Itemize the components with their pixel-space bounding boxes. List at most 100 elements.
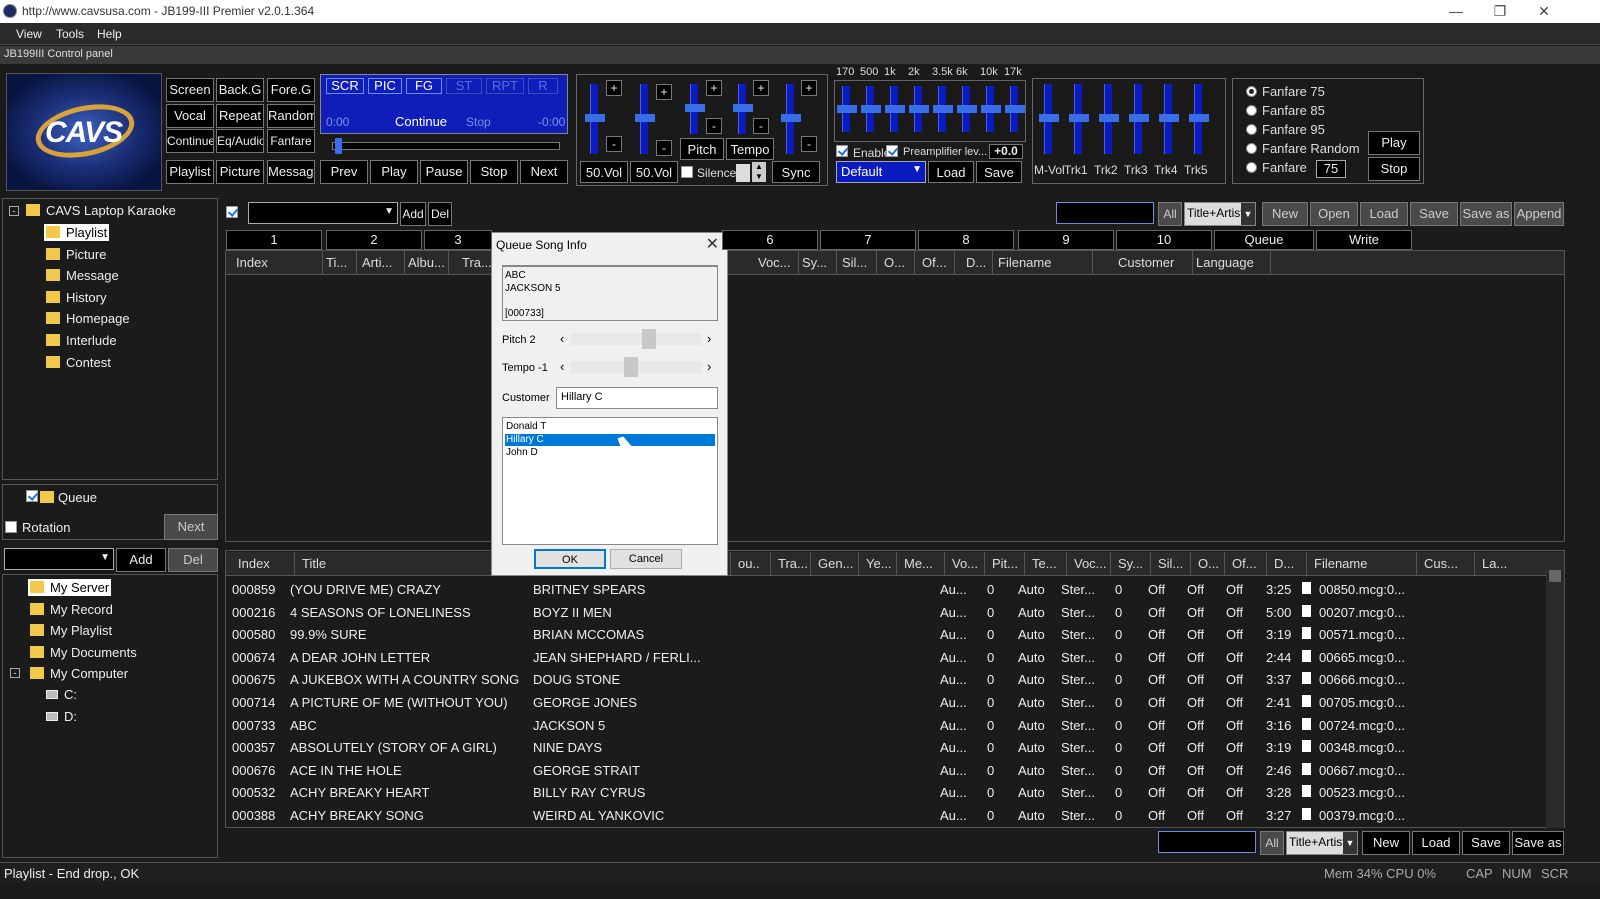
tempo-thumb[interactable] bbox=[624, 357, 638, 377]
pause-button[interactable]: Pause bbox=[420, 160, 468, 184]
top-append-button[interactable]: Append bbox=[1514, 202, 1564, 226]
fanfare-play-button[interactable]: Play bbox=[1368, 131, 1420, 155]
column-header[interactable]: Sil... bbox=[842, 255, 872, 270]
fanfare-radio[interactable] bbox=[1246, 86, 1257, 97]
toggle-scr[interactable]: SCR bbox=[326, 78, 364, 94]
mode-button-foreg[interactable]: Fore.G bbox=[267, 78, 315, 102]
tab-3[interactable]: 3 bbox=[424, 230, 492, 250]
sync-slider[interactable] bbox=[781, 84, 801, 154]
eq-slider[interactable] bbox=[837, 86, 857, 132]
eq-slider[interactable] bbox=[909, 86, 929, 132]
toggle-pic[interactable]: PIC bbox=[368, 78, 402, 94]
song-row[interactable]: 000676 ACE IN THE HOLE GEORGE STRAIT Au... 0… bbox=[225, 760, 1545, 782]
track-slider[interactable] bbox=[1099, 84, 1119, 154]
column-header[interactable]: Title bbox=[302, 556, 442, 571]
play-button[interactable]: Play bbox=[370, 160, 418, 184]
top-save-button[interactable]: Save bbox=[1410, 202, 1458, 226]
column-header[interactable]: Language bbox=[1196, 255, 1266, 270]
source-item-my-server[interactable]: My Server bbox=[28, 579, 112, 596]
eq-load-button[interactable]: Load bbox=[928, 161, 974, 183]
song-row[interactable]: 000580 99.9% SURE BRIAN MCCOMAS Au... 0 Auto S… bbox=[225, 624, 1545, 646]
eq-enable-checkbox[interactable] bbox=[836, 145, 848, 157]
column-header[interactable]: Te... bbox=[1032, 556, 1058, 571]
top-load-button[interactable]: Load bbox=[1360, 202, 1408, 226]
mode-button-vocal[interactable]: Vocal bbox=[166, 104, 214, 128]
top-add-button[interactable]: Add bbox=[400, 202, 426, 226]
column-header[interactable]: Voc... bbox=[1074, 556, 1106, 571]
column-header[interactable]: Index bbox=[238, 556, 298, 571]
pitch-button[interactable]: Pitch bbox=[680, 138, 724, 160]
bottom-saveas-button[interactable]: Save as bbox=[1512, 831, 1564, 855]
vol-label-2[interactable]: 50.Vol bbox=[630, 161, 678, 183]
column-header[interactable]: Arti... bbox=[362, 255, 400, 270]
tempo-plus-button[interactable]: + bbox=[753, 80, 769, 96]
column-header[interactable]: Index bbox=[236, 255, 318, 270]
top-search-mode[interactable]: Title+Artist ▼ bbox=[1184, 202, 1256, 226]
column-header[interactable]: D... bbox=[966, 255, 988, 270]
eq-slider[interactable] bbox=[981, 86, 1001, 132]
close-window-button[interactable]: ✕ bbox=[1522, 1, 1566, 21]
minimize-button[interactable]: — bbox=[1434, 1, 1478, 21]
track-slider-thumb[interactable] bbox=[1189, 114, 1209, 122]
song-row[interactable]: 000714 A PICTURE OF ME (WITHOUT YOU) GEORG… bbox=[225, 692, 1545, 714]
tab-7[interactable]: 7 bbox=[820, 230, 916, 250]
collapse-icon[interactable]: - bbox=[9, 206, 19, 216]
preamp-checkbox[interactable] bbox=[886, 145, 898, 157]
source-add-button[interactable]: Add bbox=[116, 548, 166, 572]
bottom-new-button[interactable]: New bbox=[1362, 831, 1410, 855]
eq-save-button[interactable]: Save bbox=[976, 161, 1022, 183]
top-checkbox[interactable] bbox=[226, 206, 238, 218]
column-header[interactable]: Filename bbox=[998, 255, 1088, 270]
fanfare-radio[interactable] bbox=[1246, 162, 1257, 173]
mode-button-screen[interactable]: Screen bbox=[166, 78, 214, 102]
top-del-button[interactable]: Del bbox=[428, 202, 452, 226]
column-header[interactable]: Albu... bbox=[408, 255, 444, 270]
source-del-button[interactable]: Del bbox=[168, 548, 218, 572]
mode-button-backg[interactable]: Back.G bbox=[216, 78, 264, 102]
tab-8[interactable]: 8 bbox=[918, 230, 1014, 250]
tree-item-playlist[interactable]: Playlist bbox=[44, 224, 110, 241]
column-header[interactable]: O... bbox=[884, 255, 910, 270]
source-item-my-playlist[interactable]: My Playlist bbox=[28, 622, 114, 639]
column-header[interactable]: Me... bbox=[904, 556, 936, 571]
source-select[interactable]: ▼ bbox=[4, 548, 114, 570]
eq-slider-thumb[interactable] bbox=[885, 105, 905, 113]
mode-button-eqaudio[interactable]: Eq/Audio bbox=[216, 129, 264, 153]
toggle-r[interactable]: R bbox=[528, 78, 558, 94]
song-row[interactable]: 000388 ACHY BREAKY SONG WEIRD AL YANKOVIC A… bbox=[225, 805, 1545, 827]
mode-button-message[interactable]: Message bbox=[267, 160, 315, 184]
top-search-input[interactable] bbox=[1056, 202, 1154, 224]
tab-6[interactable]: 6 bbox=[722, 230, 818, 250]
tab-write[interactable]: Write bbox=[1316, 230, 1412, 250]
fanfare-radio[interactable] bbox=[1246, 124, 1257, 135]
track-slider[interactable] bbox=[1189, 84, 1209, 154]
eq-slider-thumb[interactable] bbox=[861, 105, 881, 113]
drive-item[interactable]: D: bbox=[64, 709, 77, 724]
mode-button-continue[interactable]: Continue bbox=[166, 129, 214, 153]
column-header[interactable]: Cus... bbox=[1424, 556, 1458, 571]
ok-button[interactable]: OK bbox=[534, 549, 606, 569]
prev-button[interactable]: Prev bbox=[320, 160, 368, 184]
fanfare-value-input[interactable]: 75 bbox=[1316, 160, 1346, 178]
toggle-st[interactable]: ST bbox=[446, 78, 482, 94]
rotation-checkbox[interactable] bbox=[5, 521, 17, 533]
song-row[interactable]: 000532 ACHY BREAKY HEART BILLY RAY CYRUS Au… bbox=[225, 782, 1545, 804]
song-row[interactable]: 000733 ABC JACKSON 5 Au... 0 Auto Ster... 0 Off O… bbox=[225, 715, 1545, 737]
song-row[interactable]: 000674 A DEAR JOHN LETTER JEAN SHEPHARD / … bbox=[225, 647, 1545, 669]
queue-checkbox[interactable] bbox=[26, 490, 38, 502]
vol2-plus-button[interactable]: + bbox=[656, 84, 672, 100]
pitch-left-arrow[interactable]: ‹ bbox=[560, 331, 564, 346]
menu-help[interactable]: Help bbox=[97, 27, 122, 41]
fanfare-radio[interactable] bbox=[1246, 143, 1257, 154]
eq-slider-thumb[interactable] bbox=[933, 105, 953, 113]
source-item-my-computer[interactable]: My Computer bbox=[28, 665, 130, 682]
eq-slider-thumb[interactable] bbox=[1005, 105, 1025, 113]
restore-button[interactable]: ❐ bbox=[1478, 1, 1522, 21]
cancel-button[interactable]: Cancel bbox=[610, 549, 682, 569]
silence-spin-field[interactable] bbox=[736, 164, 750, 182]
track-slider-thumb[interactable] bbox=[1039, 114, 1059, 122]
column-header[interactable]: Of... bbox=[922, 255, 950, 270]
tab-2[interactable]: 2 bbox=[326, 230, 422, 250]
pitch-minus-button[interactable]: - bbox=[706, 118, 722, 134]
eq-slider[interactable] bbox=[885, 86, 905, 132]
